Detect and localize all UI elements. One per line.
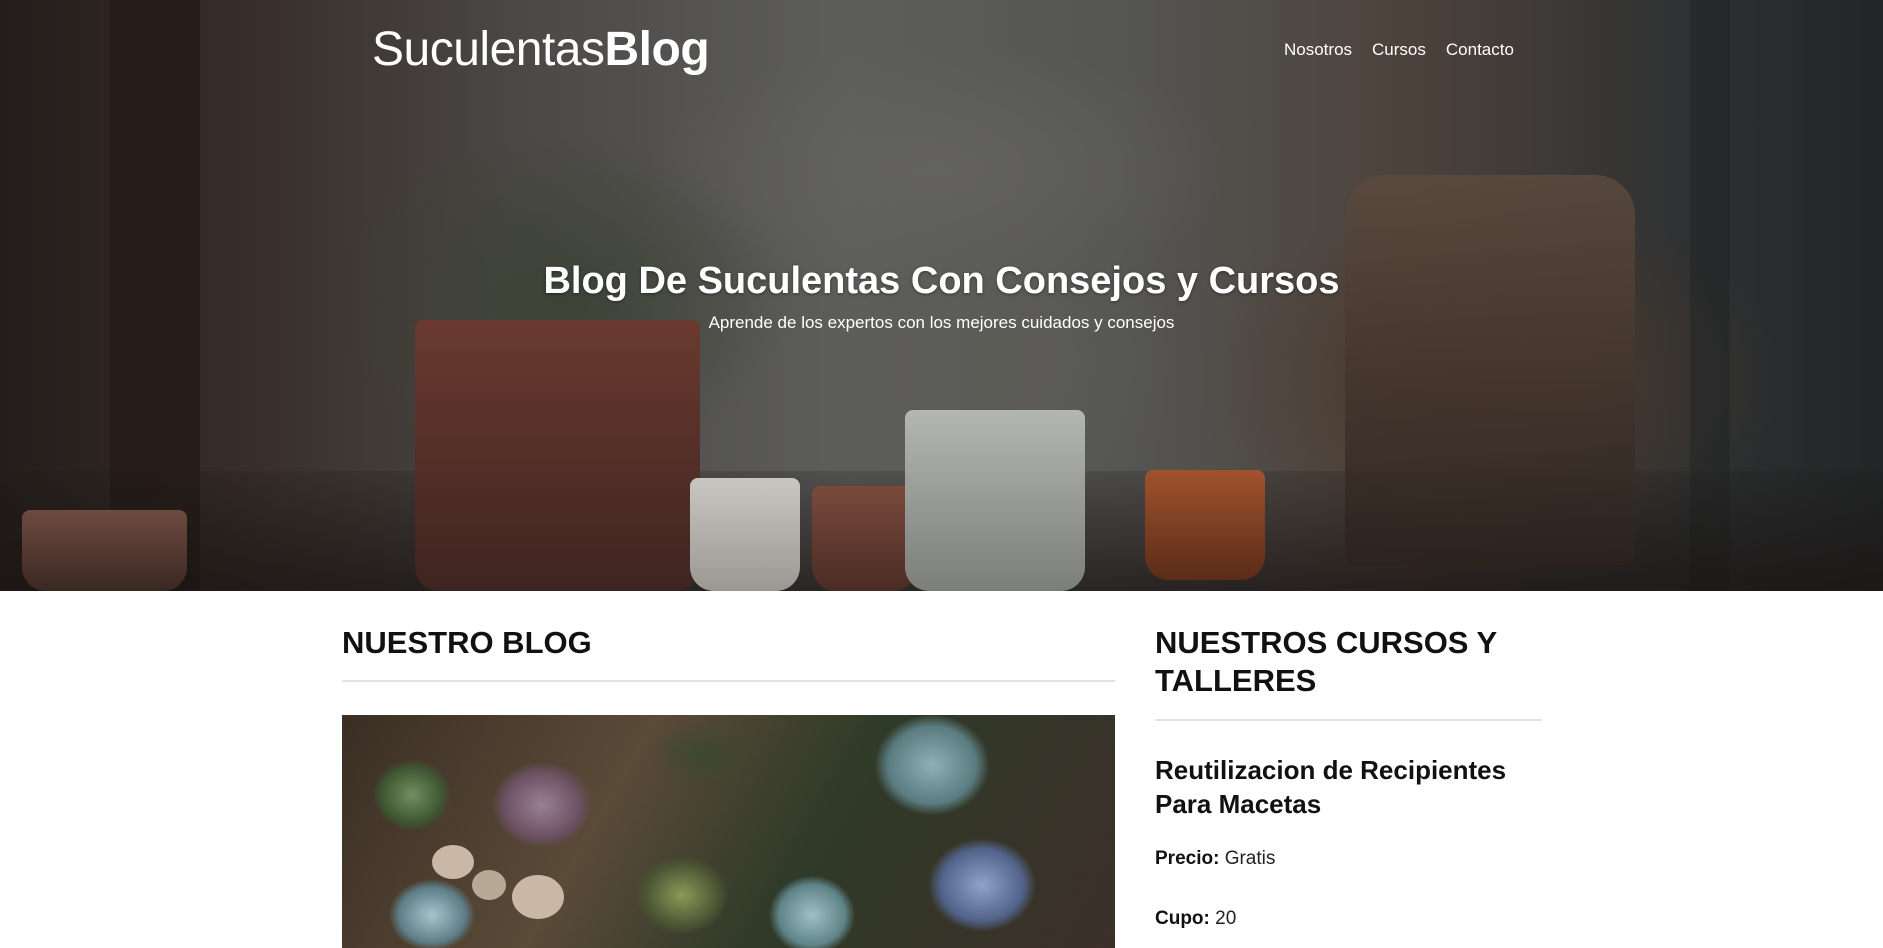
course-capacity-label: Cupo: [1155, 908, 1210, 929]
blog-post-image[interactable] [342, 715, 1115, 948]
hero-pot-large [415, 320, 700, 591]
hero-header: SuculentasBlog Nosotros Cursos Contacto … [0, 0, 1883, 591]
nav-link-nosotros[interactable]: Nosotros [1284, 40, 1352, 60]
course-price-label: Precio: [1155, 848, 1220, 869]
blog-image-pebble [432, 845, 474, 879]
course-title[interactable]: Reutilizacion de Recipientes Para Maceta… [1155, 753, 1542, 821]
course-capacity-value: 20 [1215, 908, 1237, 929]
blog-image-pebble [472, 870, 506, 900]
course-price: Precio: Gratis [1155, 848, 1275, 870]
hero-pot-grey [905, 410, 1085, 591]
hero-pot-brown [812, 486, 917, 591]
hero-cup-copper [1145, 470, 1265, 580]
hero-pot-left [22, 510, 187, 591]
course-price-value: Gratis [1224, 848, 1276, 869]
nav-link-contacto[interactable]: Contacto [1446, 40, 1514, 60]
hero-subtitle: Aprende de los expertos con los mejores … [708, 313, 1175, 332]
courses-heading: NUESTROS CURSOS Y TALLERES [1155, 625, 1497, 698]
brand-logo[interactable]: SuculentasBlog [372, 22, 710, 77]
hero-lantern [1345, 175, 1635, 565]
courses-divider [1155, 719, 1542, 721]
blog-image-pebble [512, 875, 564, 919]
blog-divider [342, 680, 1115, 682]
hero-title: Blog De Suculentas Con Consejos y Cursos [543, 260, 1340, 302]
hero-pot-white [690, 478, 800, 591]
blog-heading: NUESTRO BLOG [342, 625, 592, 660]
brand-logo-light: Suculentas [372, 23, 605, 76]
main-nav: Nosotros Cursos Contacto [1284, 40, 1514, 60]
nav-link-cursos[interactable]: Cursos [1372, 40, 1426, 60]
course-capacity: Cupo: 20 [1155, 908, 1236, 930]
brand-logo-bold: Blog [604, 23, 710, 76]
